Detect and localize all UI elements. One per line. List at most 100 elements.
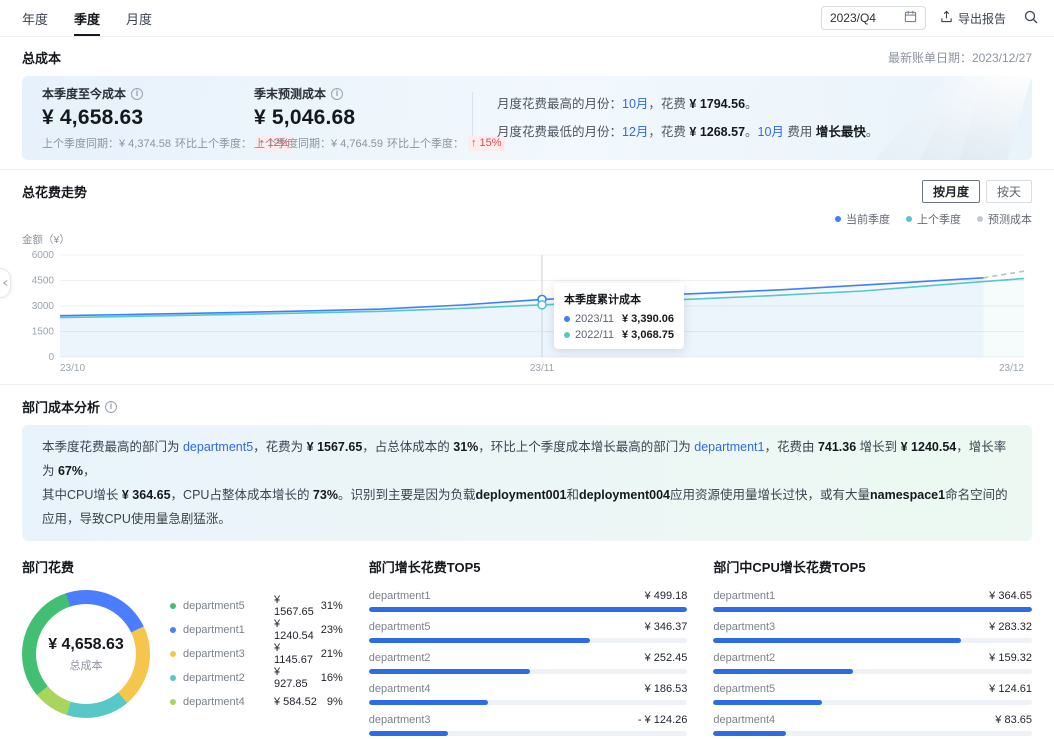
- kpi-prev-period: 上个季度同期：¥ 4,764.59: [254, 138, 383, 150]
- dept-percent: 21%: [320, 648, 343, 660]
- legend-dot-icon: [170, 603, 176, 609]
- svg-text:4500: 4500: [32, 276, 55, 287]
- trend-chart-svg[interactable]: 0 1500 3000 4500 6000 23/10 23/11 23/12: [22, 245, 1032, 375]
- bar-row[interactable]: department2 ¥ 252.45: [368, 652, 688, 674]
- svg-text:23/12: 23/12: [999, 363, 1024, 374]
- tooltip-row-label: 2023/11: [575, 313, 614, 325]
- decorative-graphic: [852, 76, 1032, 160]
- svg-text:0: 0: [48, 352, 54, 363]
- kpi-label: 本季度至今成本: [42, 87, 127, 101]
- period-tab[interactable]: 月度: [126, 0, 152, 36]
- dept-percent: 31%: [320, 600, 343, 612]
- bar-fill: [368, 638, 590, 643]
- legend-item[interactable]: 上个季度: [906, 211, 961, 227]
- dept-value: ¥ 1145.67: [274, 642, 313, 666]
- granularity-button[interactable]: 按月度: [921, 180, 980, 203]
- legend-dot-icon: [170, 651, 176, 657]
- donut-center-label: 总成本: [69, 659, 103, 672]
- bar-fill: [368, 607, 688, 612]
- dept-value: ¥ 1567.65: [274, 594, 314, 618]
- tooltip-row-value: ¥ 3,390.06: [622, 313, 674, 325]
- legend-dot-icon: [170, 627, 176, 633]
- bar-row[interactable]: department3 - ¥ 124.26: [368, 714, 688, 736]
- donut-legend-row[interactable]: department2 ¥ 927.85 16%: [170, 666, 343, 690]
- dept-donut-chart[interactable]: ¥ 4,658.63 总成本: [22, 590, 150, 718]
- bar-row[interactable]: department4 ¥ 186.53: [368, 683, 688, 705]
- legend-item[interactable]: 当前季度: [835, 211, 890, 227]
- bar-dept-name: department1: [713, 590, 776, 602]
- tooltip-title: 本季度累计成本: [564, 294, 641, 306]
- global-search-button[interactable]: [1020, 7, 1042, 29]
- dept-summary-line-2: 其中CPU增长 ¥ 364.65，CPU占整体成本增长的 73%。识别到主要是因…: [42, 488, 1008, 526]
- bar-fill: [368, 669, 530, 674]
- legend-item[interactable]: 预测成本: [977, 211, 1032, 227]
- bar-fill: [713, 607, 1032, 612]
- growth-top5-title: 部门增长花费TOP5: [368, 560, 481, 575]
- bar-value: ¥ 124.61: [989, 683, 1032, 695]
- dept-summary-panel: 本季度花费最高的部门为 department5，花费为 ¥ 1567.65，占总…: [22, 425, 1032, 541]
- bar-row[interactable]: department5 ¥ 124.61: [713, 683, 1032, 705]
- series-dot-icon: [564, 332, 570, 338]
- bar-value: ¥ 252.45: [644, 652, 688, 664]
- growth-top5-bars: department1 ¥ 499.18 department5 ¥ 346.3…: [368, 590, 688, 736]
- quarter-picker[interactable]: 2023/Q4: [820, 6, 926, 30]
- bar-value: ¥ 364.65: [989, 590, 1032, 602]
- legend-dot-icon: [835, 216, 841, 222]
- dept-analysis-section: 部门成本分析 本季度花费最高的部门为 department5，花费为 ¥ 156…: [0, 384, 1054, 739]
- dept-value: ¥ 584.52: [274, 696, 317, 708]
- svg-text:6000: 6000: [32, 250, 55, 261]
- bar-row[interactable]: department3 ¥ 283.32: [713, 621, 1032, 643]
- search-icon: [1024, 10, 1038, 27]
- bar-row[interactable]: department4 ¥ 83.65: [713, 714, 1032, 736]
- donut-legend-row[interactable]: department5 ¥ 1567.65 31%: [170, 594, 343, 618]
- calendar-icon: [904, 10, 917, 26]
- insight-line-2: 月度花费最低的月份：12月，花费 ¥ 1268.57。10月 费用 增长最快。: [497, 125, 879, 139]
- kpi-qoq-label: 环比上个季度：: [387, 138, 464, 150]
- quarter-picker-value: 2023/Q4: [829, 11, 876, 25]
- bar-fill: [713, 731, 787, 736]
- latest-bill-date: 最新账单日期：2023/12/27: [887, 51, 1032, 65]
- bar-fill: [713, 700, 823, 705]
- bar-row[interactable]: department1 ¥ 499.18: [368, 590, 688, 612]
- info-icon[interactable]: [131, 87, 144, 100]
- donut-legend-row[interactable]: department3 ¥ 1145.67 21%: [170, 642, 343, 666]
- insight-line-1: 月度花费最高的月份：10月，花费 ¥ 1794.56。: [497, 97, 758, 111]
- export-report-button[interactable]: 导出报告: [940, 10, 1006, 27]
- bar-dept-name: department3: [368, 714, 431, 726]
- trend-title: 总花费走势: [22, 185, 88, 200]
- bar-dept-name: department2: [713, 652, 776, 664]
- bar-value: ¥ 159.32: [989, 652, 1032, 664]
- info-icon[interactable]: [105, 400, 118, 413]
- period-tab[interactable]: 季度: [74, 0, 101, 36]
- info-icon[interactable]: [331, 87, 344, 100]
- legend-dot-icon: [977, 216, 983, 222]
- bar-dept-name: department5: [713, 683, 776, 695]
- bar-fill: [713, 669, 853, 674]
- kpi-label: 季末预测成本: [254, 87, 327, 101]
- donut-legend-row[interactable]: department4 ¥ 584.52 9%: [170, 690, 343, 714]
- bar-track: [713, 638, 1032, 643]
- donut-legend-row[interactable]: department1 ¥ 1240.54 23%: [170, 618, 343, 642]
- topbar: 年度 季度 月度 2023/Q4 导出报告: [0, 0, 1054, 37]
- period-tab[interactable]: 年度: [22, 0, 48, 36]
- bar-dept-name: department1: [368, 590, 431, 602]
- dept-percent: 9%: [326, 696, 343, 708]
- bar-row[interactable]: department2 ¥ 159.32: [713, 652, 1032, 674]
- bar-row[interactable]: department1 ¥ 364.65: [713, 590, 1032, 612]
- granularity-button[interactable]: 按天: [985, 180, 1032, 203]
- svg-text:1500: 1500: [32, 327, 55, 338]
- kpi-card: 季末预测成本 ¥ 5,046.68 上个季度同期：¥ 4,764.59 环比上个…: [254, 85, 505, 151]
- dept-spend-title: 部门花费: [22, 560, 75, 575]
- trend-legend: 当前季度 上个季度 预测成本: [22, 211, 1032, 227]
- series-dot-icon: [564, 316, 570, 322]
- trend-chart[interactable]: 金额（¥） 0 1500 3000 4500 6000 23/10 23/11 23/12 本…: [22, 234, 1032, 378]
- total-cost-section: 总成本 最新账单日期：2023/12/27 本季度至今成本 ¥ 4,658.63…: [0, 37, 1054, 169]
- cpu-top5-bars: department1 ¥ 364.65 department3 ¥ 283.3…: [713, 590, 1032, 736]
- dept-percent: 16%: [320, 672, 343, 684]
- bar-track: [368, 700, 688, 705]
- trend-tooltip: 本季度累计成本 2023/11 ¥ 3,390.06 2022/11 ¥ 3,0…: [554, 283, 684, 349]
- tooltip-row-label: 2022/11: [575, 329, 614, 341]
- bar-track: [713, 731, 1032, 736]
- dept-name: department5: [183, 600, 245, 612]
- bar-row[interactable]: department5 ¥ 346.37: [368, 621, 688, 643]
